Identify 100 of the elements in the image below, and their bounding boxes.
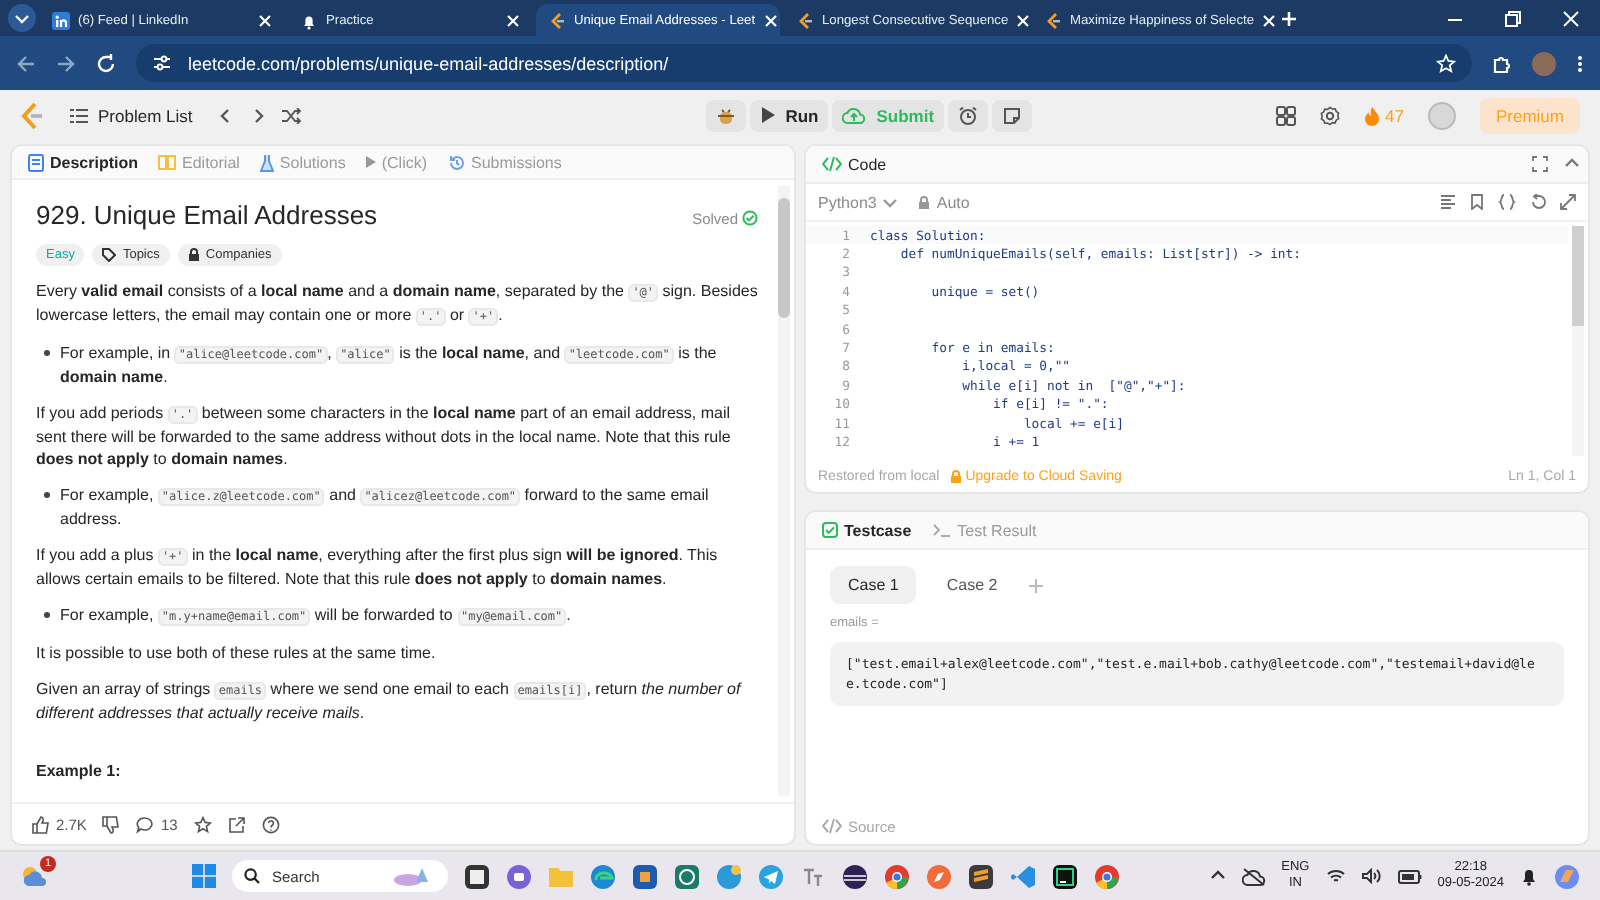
braces-icon[interactable] xyxy=(1498,194,1516,210)
panel-tab[interactable]: Description xyxy=(20,151,147,173)
layout-grid-icon[interactable] xyxy=(1275,105,1295,125)
site-settings-icon[interactable] xyxy=(152,54,172,72)
chrome-icon[interactable] xyxy=(884,863,910,889)
new-tab-icon[interactable] xyxy=(1280,9,1298,27)
expand-icon[interactable] xyxy=(1560,194,1576,210)
leetcode-logo-icon xyxy=(548,11,566,29)
lock-icon xyxy=(949,469,962,483)
timer-button[interactable] xyxy=(948,99,989,131)
telegram-icon[interactable] xyxy=(758,863,784,889)
close-icon[interactable] xyxy=(258,13,272,27)
address-bar[interactable]: leetcode.com/problems/unique-email-addresses/description/ xyxy=(136,44,1472,82)
previous-icon[interactable] xyxy=(218,107,235,123)
panel-title: Code xyxy=(848,155,887,173)
reset-icon[interactable] xyxy=(1530,194,1546,210)
tex-icon[interactable] xyxy=(800,863,826,889)
help-icon[interactable] xyxy=(261,815,280,833)
panel-tab[interactable]: Testcase xyxy=(814,519,920,541)
flame-icon xyxy=(1363,105,1379,125)
play-icon xyxy=(759,106,776,124)
notes-button[interactable] xyxy=(992,99,1033,131)
play-icon xyxy=(365,156,376,168)
flask-icon xyxy=(259,153,274,171)
chrome-icon[interactable] xyxy=(1094,863,1120,889)
next-icon[interactable] xyxy=(250,107,267,123)
extensions-icon[interactable] xyxy=(1492,53,1512,73)
edge-browser-icon[interactable] xyxy=(590,863,616,889)
cloud-upload-icon xyxy=(842,106,867,124)
reload-icon[interactable] xyxy=(96,53,116,73)
scrollbar[interactable] xyxy=(778,186,790,796)
close-icon[interactable] xyxy=(763,13,778,27)
checkbox-icon xyxy=(822,522,838,538)
menu-icon[interactable] xyxy=(1576,53,1584,73)
format-icon[interactable] xyxy=(1440,194,1456,210)
bug-icon xyxy=(715,105,736,125)
app-icon[interactable] xyxy=(674,863,700,889)
bell-icon xyxy=(300,11,318,29)
back-icon[interactable] xyxy=(16,53,36,73)
tab-search-button[interactable] xyxy=(8,4,36,32)
code-icon xyxy=(822,818,842,834)
cloud-off-icon[interactable] xyxy=(1241,867,1266,885)
thumbs-up-icon xyxy=(32,815,50,833)
wifi-icon[interactable] xyxy=(1325,868,1346,884)
thumbs-down-icon[interactable] xyxy=(102,815,121,833)
language-dropdown[interactable]: Python3 xyxy=(818,193,899,211)
chat-icon[interactable] xyxy=(506,863,532,889)
auto-mode-toggle[interactable]: Auto xyxy=(918,193,970,211)
leetcode-logo-icon xyxy=(1044,11,1062,29)
note-icon xyxy=(1002,105,1023,125)
problem-title: 929. Unique Email Addresses xyxy=(36,200,378,230)
chevron-down-icon xyxy=(14,10,30,26)
list-icon[interactable] xyxy=(70,107,88,123)
pycharm-icon[interactable] xyxy=(1052,863,1078,889)
chevron-up-icon xyxy=(1209,868,1226,884)
shuffle-icon[interactable] xyxy=(282,107,303,123)
eclipse-icon[interactable] xyxy=(842,863,868,889)
tag-icon xyxy=(102,248,117,262)
case-tab[interactable]: Case 1 xyxy=(830,566,917,604)
restore-icon[interactable] xyxy=(1504,9,1522,27)
store-icon[interactable] xyxy=(632,863,658,889)
start-icon[interactable] xyxy=(192,864,216,888)
scrollbar[interactable] xyxy=(1572,226,1584,456)
settings-icon[interactable] xyxy=(1319,105,1339,125)
comment-icon xyxy=(136,815,155,833)
check-circle-icon xyxy=(742,210,758,226)
search-icon xyxy=(244,868,260,884)
close-icon[interactable] xyxy=(1016,13,1031,27)
leetcode-logo-icon xyxy=(796,11,814,29)
volume-icon[interactable] xyxy=(1361,868,1382,884)
forward-icon[interactable] xyxy=(56,53,76,73)
close-icon[interactable] xyxy=(1262,13,1276,27)
case-tab[interactable]: Case 2 xyxy=(928,566,1016,604)
collapse-icon[interactable] xyxy=(1564,156,1580,172)
bookmark-icon[interactable] xyxy=(1470,194,1484,210)
example-heading: Example 1: xyxy=(36,760,123,782)
linkedin-icon xyxy=(52,11,70,29)
weather-icon[interactable] xyxy=(20,864,48,888)
star-icon[interactable] xyxy=(193,815,212,833)
history-icon xyxy=(447,153,466,171)
lock-icon xyxy=(918,195,931,209)
streak-count: 47 xyxy=(1385,105,1404,125)
close-icon[interactable] xyxy=(1562,9,1580,27)
run-button[interactable]: Run xyxy=(749,99,829,131)
compass-icon[interactable] xyxy=(926,863,952,889)
lock-icon xyxy=(187,248,200,262)
code-icon xyxy=(822,156,842,172)
terminal-icon xyxy=(931,522,952,538)
share-icon[interactable] xyxy=(227,815,246,833)
alarm-clock-icon xyxy=(958,105,979,125)
bell-icon[interactable] xyxy=(1520,866,1538,886)
book-icon xyxy=(158,154,177,170)
sublime-icon[interactable] xyxy=(968,863,994,889)
debug-button[interactable] xyxy=(705,99,746,131)
close-icon[interactable] xyxy=(506,13,520,27)
battery-icon[interactable] xyxy=(1397,869,1422,883)
problem-list-button[interactable]: Problem List xyxy=(60,99,203,131)
description-paragraph: It is possible to use both of these rules at the same time. xyxy=(36,642,438,664)
fullscreen-icon[interactable] xyxy=(1532,156,1548,172)
task-view-icon[interactable] xyxy=(464,863,490,889)
